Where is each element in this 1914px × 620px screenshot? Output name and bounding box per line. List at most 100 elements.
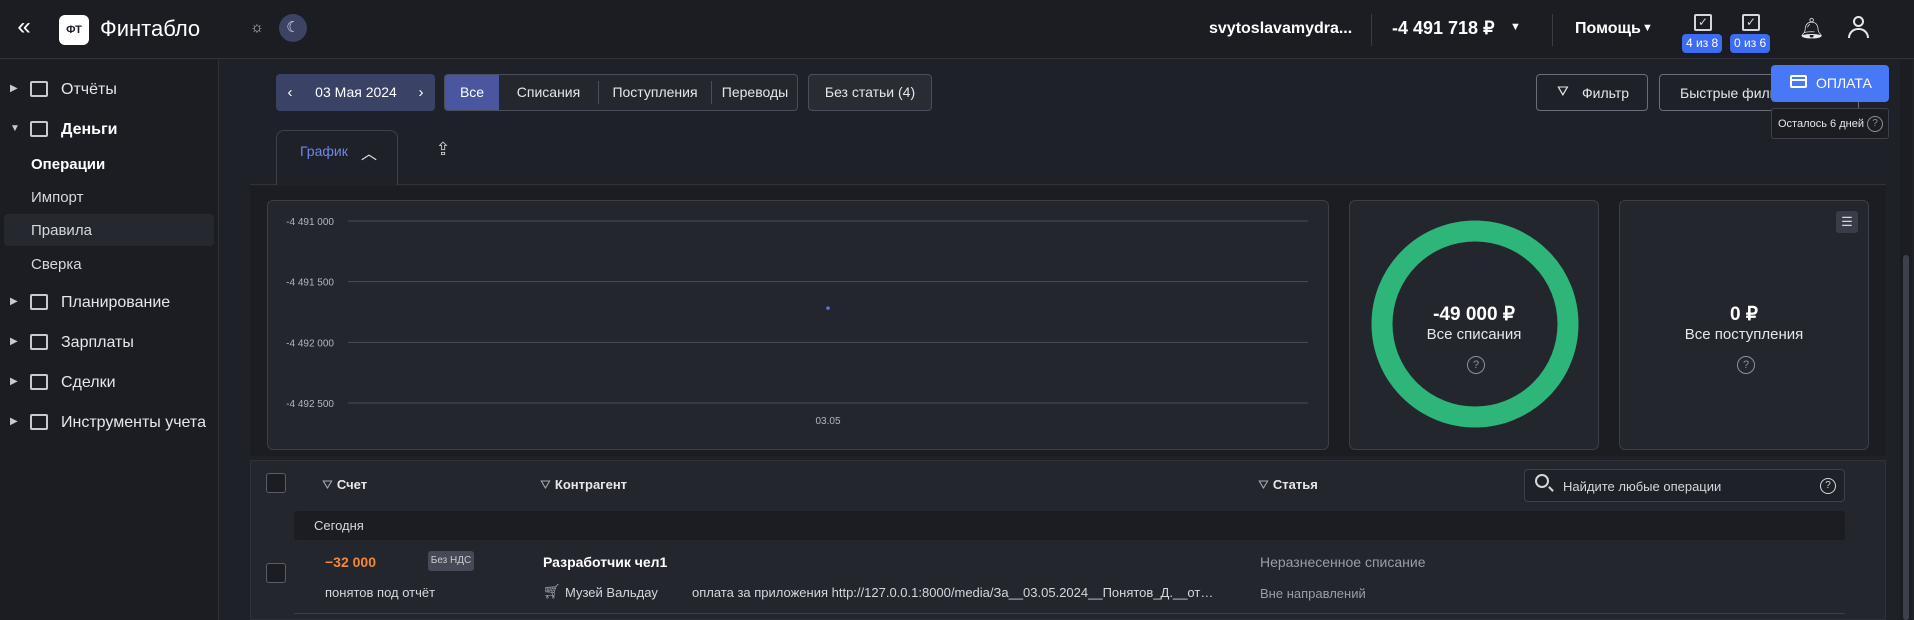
menu-icon[interactable]: ☰ [1836, 211, 1858, 233]
y-tick-label: -4 492 000 [286, 338, 334, 349]
sidebar-subitem-label: Импорт [31, 189, 84, 206]
sidebar-item-label: Зарплаты [61, 334, 134, 351]
date-label[interactable]: 03 Мая 2024 [306, 84, 406, 100]
pay-button[interactable]: ОПЛАТА [1771, 65, 1889, 102]
help-menu[interactable]: Помощь [1575, 20, 1641, 38]
sidebar-item-money[interactable]: ▼ Деньги [0, 113, 219, 147]
date-picker[interactable]: ‹ 03 Мая 2024 › [276, 74, 435, 111]
select-all-checkbox[interactable] [266, 473, 286, 493]
sidebar-item-planning[interactable]: ▶ Планирование [0, 286, 219, 320]
chevron-right-icon: ▶ [10, 296, 18, 307]
sidebar-subitem-import[interactable]: Импорт [0, 181, 219, 213]
column-header-label: Контрагент [554, 477, 628, 492]
operation-category[interactable]: Неразнесенное списание [1260, 554, 1425, 570]
chevron-left-icon[interactable]: ‹ [278, 74, 302, 111]
checkbox-list-icon: ✓ [1694, 14, 1712, 31]
question-icon[interactable]: ? [1737, 356, 1755, 374]
trial-label: Осталось 6 дней [1778, 118, 1864, 130]
sidebar-item-salaries[interactable]: ▶ Зарплаты [0, 326, 219, 360]
tabs-bar: График ︿ [250, 130, 1886, 185]
column-header-label: Счет [336, 477, 368, 492]
operation-comment[interactable]: оплата за приложения http://127.0.0.1:80… [692, 585, 1217, 600]
chart-svg: -4 491 000 -4 491 500 -4 492 000 -4 492 500… [286, 217, 1308, 427]
sidebar-subitem-label: Сверка [31, 256, 82, 273]
balance-chart: -4 491 000 -4 491 500 -4 492 000 -4 492 500… [267, 200, 1329, 450]
sidebar-subitem-label: Правила [31, 222, 92, 239]
person-card-icon [30, 334, 48, 350]
collapse-sidebar-icon[interactable]: « [12, 15, 36, 40]
user-name[interactable]: svytoslavamydra... [1209, 20, 1352, 38]
onboarding-button[interactable]: ✓ 0 из 6 [1730, 12, 1774, 54]
sidebar-subitem-label: Операции [31, 156, 106, 173]
sun-icon[interactable]: ☼ [243, 14, 271, 42]
sidebar-item-tools[interactable]: ▶ Инструменты учета [0, 406, 219, 440]
sidebar-item-label: Деньги [61, 121, 118, 138]
segment-income[interactable]: Поступления [599, 75, 711, 110]
column-header-account[interactable]: ⛛ Счет [322, 477, 367, 493]
sidebar-subitem-rules[interactable]: Правила [4, 214, 214, 246]
segment-transfers[interactable]: Переводы [712, 75, 798, 110]
balance[interactable]: -4 491 718 ₽ [1392, 18, 1495, 39]
row-divider [294, 613, 1845, 614]
operation-amount[interactable]: −32 000 [325, 554, 376, 570]
wallet-icon [30, 121, 48, 137]
operation-direction[interactable]: Вне направлений [1260, 586, 1366, 601]
funnel-icon[interactable]: ⛛ [1258, 477, 1269, 492]
checkbox-list-icon: ✓ [1742, 14, 1760, 31]
export-icon[interactable]: ⇪ [432, 139, 454, 161]
row-checkbox[interactable] [266, 563, 286, 583]
column-header-label: Статья [1272, 477, 1318, 492]
chevron-down-icon[interactable]: ▼ [1642, 22, 1653, 34]
pay-label: ОПЛАТА [1816, 75, 1872, 91]
operation-account[interactable]: понятов под отчёт [325, 585, 435, 600]
moon-icon[interactable]: ☾ [279, 14, 307, 42]
user-icon-body [1848, 28, 1869, 38]
onboarding-badge: 0 из 6 [1730, 34, 1771, 53]
filter-button[interactable]: ⛛ Фильтр [1536, 74, 1648, 111]
chevron-right-icon: ▶ [10, 376, 18, 387]
y-tick-label: -4 491 000 [286, 217, 334, 228]
operation-contractor[interactable]: Разработчик чел1 [543, 554, 667, 570]
tab-graph-label: График [300, 143, 348, 159]
chart-icon [30, 81, 48, 97]
segment-all[interactable]: Все [445, 75, 499, 110]
data-point[interactable] [826, 306, 830, 310]
group-label: Сегодня [314, 518, 364, 533]
operation-type-segment: Все Списания Поступления Переводы [444, 74, 798, 111]
brand-name[interactable]: Финтабло [100, 16, 200, 42]
scrollbar-thumb[interactable] [1903, 255, 1909, 620]
sidebar-subitem-operations[interactable]: Операции [0, 148, 219, 180]
question-icon[interactable]: ? [1820, 478, 1836, 494]
cart-icon: 🛒︎ [543, 583, 561, 599]
segment-expenses[interactable]: Списания [499, 75, 598, 110]
funnel-icon[interactable]: ⛛ [322, 477, 333, 492]
tab-graph[interactable]: График ︿ [276, 130, 398, 185]
logo[interactable]: ФТ [59, 15, 89, 45]
tasks-button[interactable]: ✓ 4 из 8 [1682, 12, 1726, 54]
user-icon[interactable] [1846, 14, 1872, 40]
y-tick-label: -4 491 500 [286, 278, 334, 289]
sidebar-subitem-reconciliation[interactable]: Сверка [0, 248, 219, 280]
bell-icon[interactable]: 🔔︎ [1799, 16, 1824, 40]
user-icon-head [1853, 16, 1864, 27]
question-icon[interactable]: ? [1467, 356, 1485, 374]
divider [1552, 14, 1553, 46]
operation-project[interactable]: Музей Вальдау [565, 585, 658, 600]
search-input[interactable]: Найдите любые операции ? [1524, 469, 1845, 502]
expenses-label: Все списания [1426, 326, 1522, 343]
funnel-icon: ⛛ [1557, 83, 1569, 99]
top-bar: « ФТ Финтабло ☼ ☾ svytoslavamydra... -4 … [0, 0, 1914, 59]
divider [1371, 14, 1372, 46]
sidebar-item-reports[interactable]: ▶ Отчёты [0, 73, 219, 107]
column-header-category[interactable]: ⛛ Статья [1258, 477, 1318, 493]
tasks-badge: 4 из 8 [1682, 34, 1723, 53]
funnel-icon[interactable]: ⛛ [540, 477, 551, 492]
column-header-contractor[interactable]: ⛛ Контрагент [540, 477, 627, 493]
chevron-right-icon[interactable]: › [409, 74, 433, 111]
sidebar-item-deals[interactable]: ▶ Сделки [0, 366, 219, 400]
sidebar-item-label: Сделки [61, 374, 116, 391]
chevron-down-icon: ▼ [10, 123, 20, 134]
no-category-button[interactable]: Без статьи (4) [808, 74, 932, 111]
search-icon [1535, 474, 1549, 488]
chevron-down-icon[interactable]: ▼ [1510, 21, 1521, 33]
